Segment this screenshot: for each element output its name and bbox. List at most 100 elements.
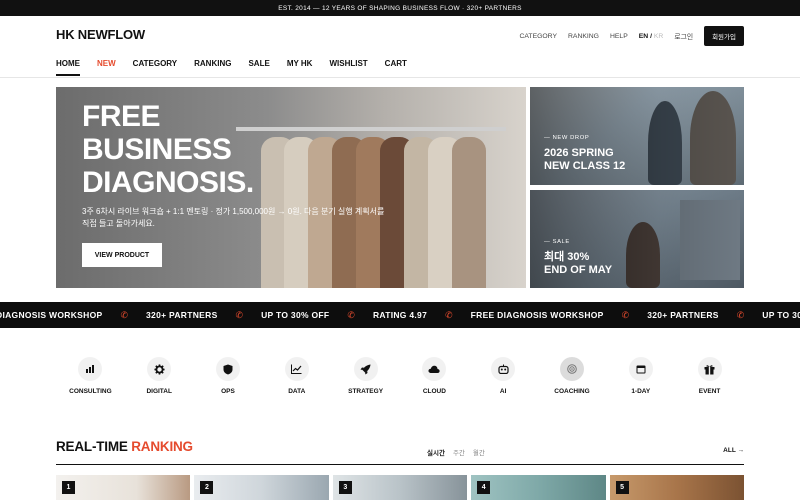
robot-icon xyxy=(491,357,516,381)
card-title-line: END OF MAY xyxy=(544,264,613,276)
gear-icon xyxy=(147,357,172,381)
ranking-header: REAL-TIME RANKING 실시간 주간 월간 ALL → xyxy=(56,439,744,465)
category-label: CONSULTING xyxy=(69,388,112,395)
category-label: COACHING xyxy=(554,388,590,395)
category-cloud[interactable]: CLOUD xyxy=(400,357,469,401)
announcement-bar: EST. 2014 — 12 YEARS OF SHAPING BUSINESS… xyxy=(0,0,800,16)
phone-icon: ✆ xyxy=(235,309,244,320)
shield-icon xyxy=(215,357,240,381)
ticker-item: FREE DIAGNOSIS WORKSHOP xyxy=(470,310,604,320)
nav-item-cart[interactable]: CART xyxy=(385,59,407,76)
lang-separator: / xyxy=(650,32,652,40)
category-event[interactable]: EVENT xyxy=(675,357,744,401)
hero-title-line: BUSINESS xyxy=(82,133,232,166)
category-digital[interactable]: DIGITAL xyxy=(125,357,194,401)
category-label: EVENT xyxy=(698,388,721,395)
category-label: CLOUD xyxy=(422,388,446,395)
hero-desc-line: 직접 들고 돌아가세요. xyxy=(82,219,155,228)
phone-icon: ✆ xyxy=(347,309,355,320)
category-consulting[interactable]: CONSULTING xyxy=(56,357,125,401)
ranking-title: REAL-TIME RANKING xyxy=(56,439,193,454)
calendar-icon xyxy=(628,357,653,381)
nav-item-ranking[interactable]: RANKING xyxy=(194,59,231,76)
line-chart-icon xyxy=(284,357,309,381)
hero-banner[interactable]: FREE BUSINESS DIAGNOSIS. 3주 6차시 라이브 워크숍 … xyxy=(56,87,526,288)
rocket-icon xyxy=(353,357,378,381)
phone-icon: ✆ xyxy=(445,309,453,320)
ticker-item: RATING 4.97 xyxy=(372,310,428,320)
ticker-item: DIAGNOSIS WORKSHOP xyxy=(0,310,103,320)
join-button[interactable]: 회원가입 xyxy=(704,26,744,46)
tab-realtime[interactable]: 실시간 xyxy=(427,447,445,457)
tab-weekly[interactable]: 주간 xyxy=(453,447,465,457)
hero-title-line: FREE xyxy=(82,100,161,133)
rank-badge: 4 xyxy=(477,481,491,494)
view-product-button[interactable]: VIEW PRODUCT xyxy=(82,243,162,267)
rank-badge: 3 xyxy=(338,481,352,494)
ranking-list: 1 2 3 4 5 xyxy=(56,475,744,500)
category-label: 1-DAY xyxy=(631,388,651,395)
phone-icon: ✆ xyxy=(120,309,129,320)
hero-description: 3주 6차시 라이브 워크숍 + 1:1 멘토링 · 정가 1,500,000원… xyxy=(82,206,402,230)
bar-chart-icon xyxy=(78,357,103,381)
ranking-all-link[interactable]: ALL → xyxy=(723,447,744,454)
promo-card-sale[interactable]: — SALE 최대 30% END OF MAY xyxy=(530,190,744,288)
nav-item-new[interactable]: NEW xyxy=(97,59,116,76)
rank-badge: 2 xyxy=(200,481,214,494)
category-1-day[interactable]: 1-DAY xyxy=(606,357,675,401)
hero-desc-line: 3주 6차시 라이브 워크숍 + 1:1 멘토링 · 정가 1,500,000원… xyxy=(82,207,385,216)
nav-item-wishlist[interactable]: WISHLIST xyxy=(329,59,367,76)
main-nav: HOME NEW CATEGORY RANKING SALE MY HK WIS… xyxy=(0,54,800,78)
nav-item-my-hk[interactable]: MY HK xyxy=(287,59,313,76)
tab-monthly[interactable]: 월간 xyxy=(473,447,485,457)
phone-icon: ✆ xyxy=(621,309,630,320)
utility-nav: CATEGORY RANKING HELP EN / KR 로그인 회원가입 xyxy=(519,26,744,46)
rank-badge: 1 xyxy=(62,481,75,494)
ranking-item[interactable]: 5 xyxy=(609,475,744,500)
logo[interactable]: HK NEWFLOW xyxy=(56,27,145,42)
card-tag: — NEW DROP xyxy=(544,135,590,141)
ranking-period-tabs: 실시간 주간 월간 xyxy=(427,447,485,457)
nav-item-category[interactable]: CATEGORY xyxy=(133,59,177,76)
gift-icon xyxy=(697,357,722,381)
category-label: OPS xyxy=(221,388,235,395)
nav-item-home[interactable]: HOME xyxy=(56,59,80,76)
ranking-item[interactable]: 2 xyxy=(194,475,329,500)
ranking-item[interactable]: 4 xyxy=(471,475,606,500)
util-link-help[interactable]: HELP xyxy=(610,33,628,40)
promo-card-new-drop[interactable]: — NEW DROP 2026 SPRING NEW CLASS 12 xyxy=(530,87,744,185)
rank-badge: 5 xyxy=(615,481,629,494)
category-label: AI xyxy=(499,388,507,395)
category-data[interactable]: DATA xyxy=(262,357,331,401)
category-coaching[interactable]: COACHING xyxy=(538,357,607,401)
lang-kr[interactable]: KR xyxy=(654,33,663,40)
login-link[interactable]: 로그인 xyxy=(674,31,693,41)
card-tag: — SALE xyxy=(544,239,570,245)
hero-title: FREE BUSINESS DIAGNOSIS. xyxy=(82,100,342,199)
language-switcher[interactable]: EN / KR xyxy=(639,33,664,40)
category-ops[interactable]: OPS xyxy=(194,357,263,401)
cloud-icon xyxy=(422,357,447,381)
ticker-item: UP TO 30% OFF xyxy=(261,310,330,320)
ranking-item[interactable]: 1 xyxy=(56,475,191,500)
util-link-category[interactable]: CATEGORY xyxy=(519,33,557,40)
phone-icon: ✆ xyxy=(736,309,745,320)
ticker-item: 320+ PARTNERS xyxy=(146,310,218,320)
nav-item-sale[interactable]: SALE xyxy=(248,59,269,76)
category-shortcuts: CONSULTING DIGITAL OPS DATA STRATEGY CLO… xyxy=(56,357,744,401)
ticker-item: 320+ PARTNERS xyxy=(647,310,719,320)
category-strategy[interactable]: STRATEGY xyxy=(331,357,400,401)
ranking-title-main: REAL-TIME xyxy=(56,439,132,454)
lang-en[interactable]: EN xyxy=(639,33,648,40)
ranking-title-accent: RANKING xyxy=(131,439,193,454)
card-title: 2026 SPRING NEW CLASS 12 xyxy=(544,147,625,173)
header: HK NEWFLOW CATEGORY RANKING HELP EN / KR… xyxy=(0,16,800,54)
category-label: STRATEGY xyxy=(348,388,384,395)
hero-title-line: DIAGNOSIS. xyxy=(82,166,254,199)
category-label: DATA xyxy=(288,388,306,395)
util-link-ranking[interactable]: RANKING xyxy=(568,33,599,40)
card-title-line: 2026 SPRING xyxy=(544,147,614,159)
ranking-item[interactable]: 3 xyxy=(332,475,468,500)
card-title: 최대 30% END OF MAY xyxy=(544,251,612,277)
category-ai[interactable]: AI xyxy=(469,357,538,401)
